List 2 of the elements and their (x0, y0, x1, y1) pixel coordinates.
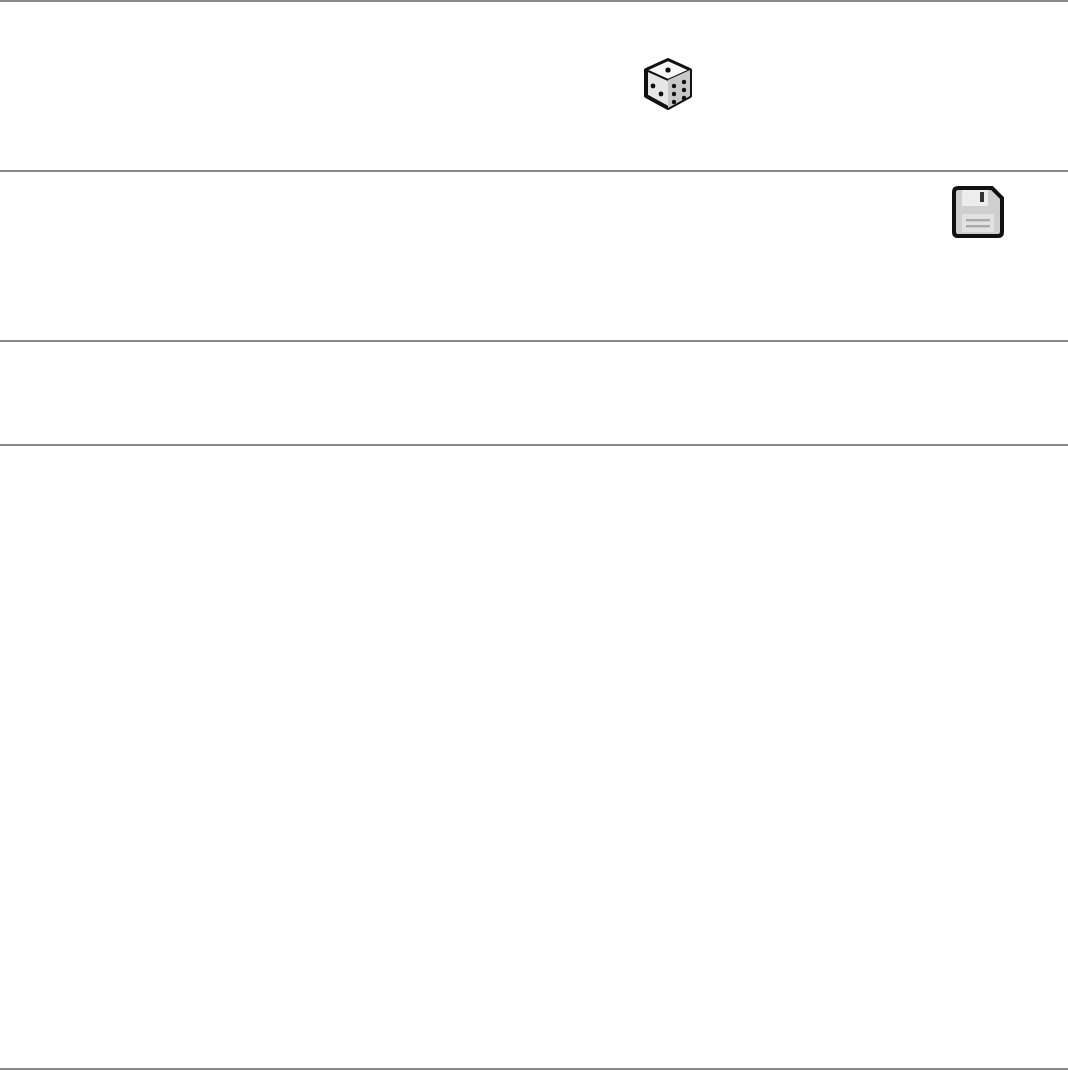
dice-icon (642, 58, 694, 110)
save-icon[interactable] (952, 186, 1004, 238)
